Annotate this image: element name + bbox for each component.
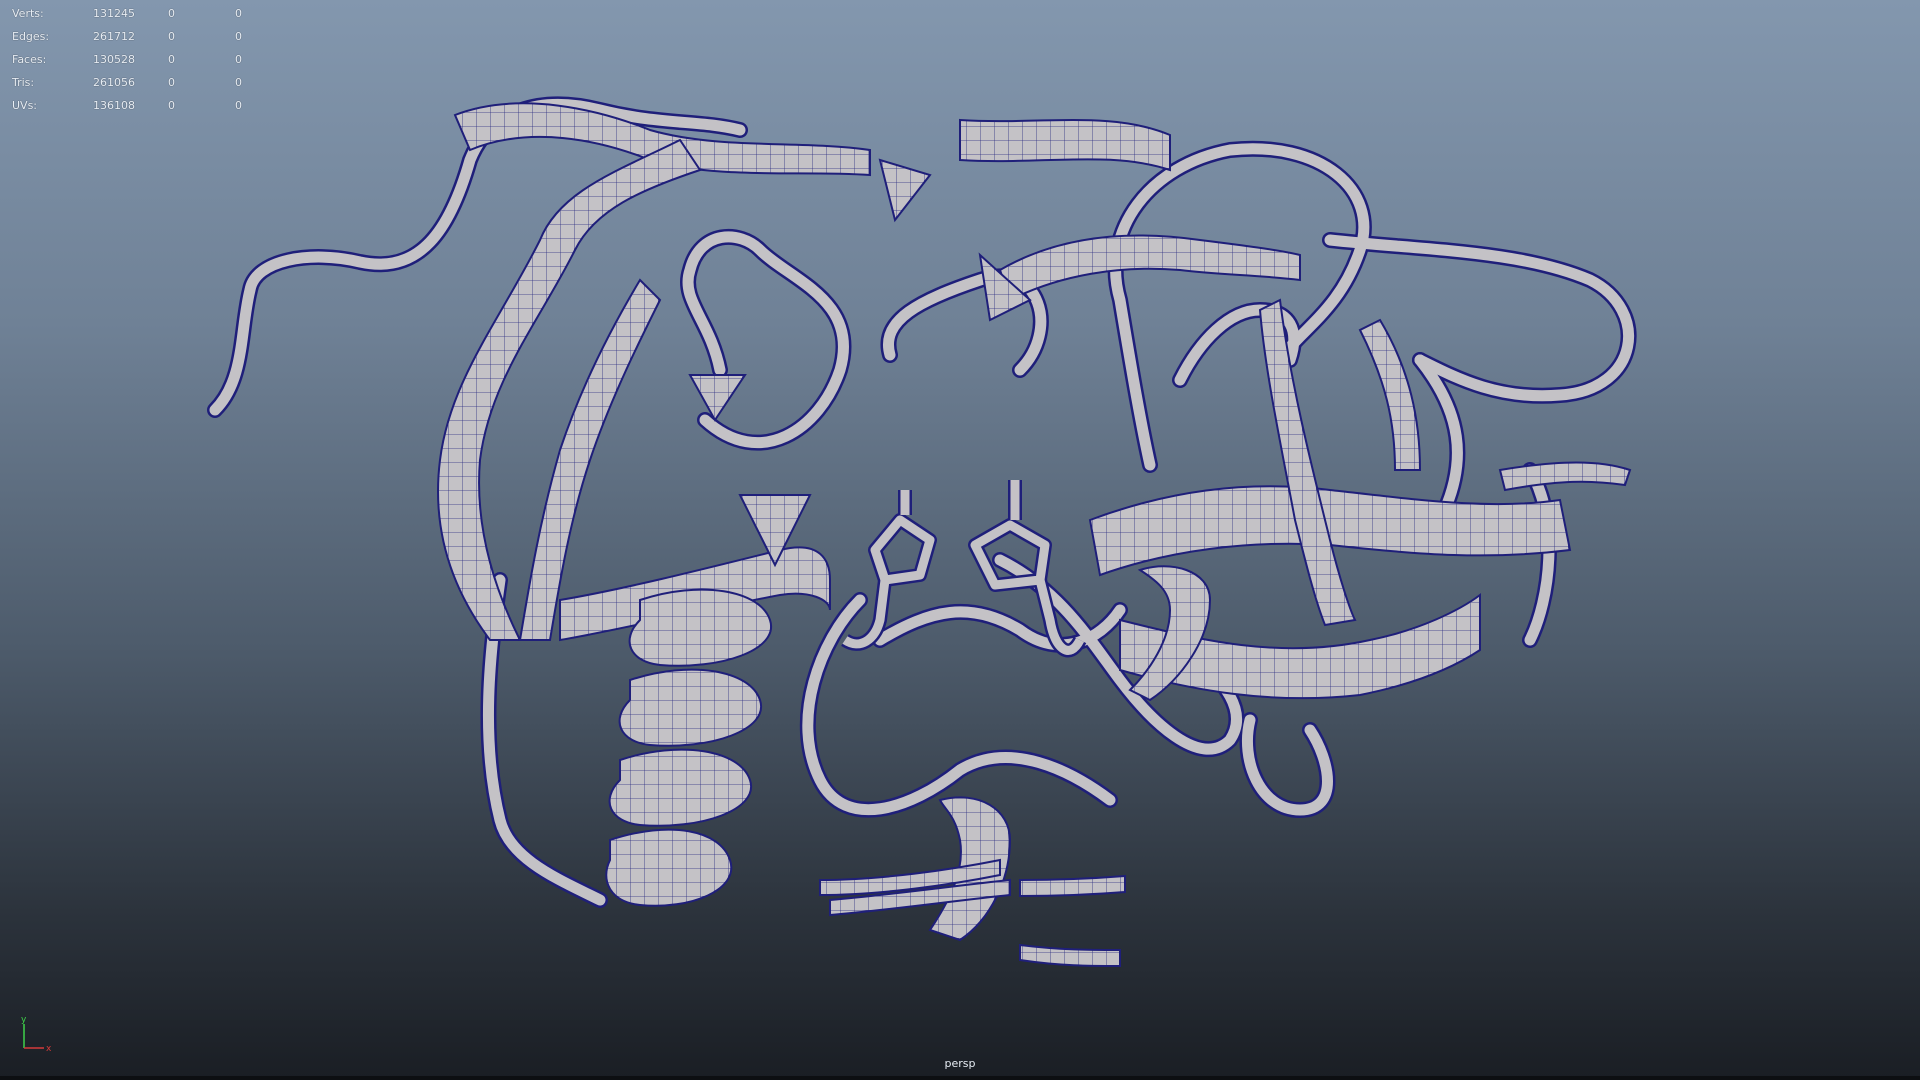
cone-upper-left (688, 374, 747, 422)
hud-selected: 0 (168, 99, 175, 112)
hud-component: 0 (235, 53, 242, 66)
ribbon-top-right (959, 118, 1171, 172)
hud-total: 131245 (93, 7, 135, 20)
hud-row-faces: Faces: 130528 0 0 (12, 48, 265, 71)
hud-component: 0 (235, 30, 242, 43)
hud-component: 0 (235, 99, 242, 112)
helix-left-1 (628, 588, 773, 667)
y-axis-label: y (21, 1015, 27, 1025)
hud-label: Verts: (12, 7, 44, 20)
hud-row-edges: Edges: 261712 0 0 (12, 25, 265, 48)
side-chain-rings (841, 480, 1087, 658)
arrow-cones (688, 158, 1032, 568)
x-axis-label: x (46, 1044, 52, 1054)
helix-left-3 (608, 748, 753, 827)
hud-total: 261056 (93, 76, 135, 89)
hud-label: Faces: (12, 53, 47, 66)
cone-top-mid (878, 158, 932, 223)
ribbon-right-upper (998, 234, 1301, 302)
hud-total: 136108 (93, 99, 135, 112)
ribbon-far-right (1358, 318, 1422, 471)
poly-count-hud: Verts: 131245 0 0 Edges: 261712 0 0 Face… (12, 2, 265, 117)
hud-component: 0 (235, 76, 242, 89)
camera-label: persp (944, 1057, 976, 1070)
helix-left-2 (618, 668, 763, 747)
hud-selected: 0 (168, 7, 175, 20)
hud-label: Edges: (12, 30, 50, 43)
hud-total: 261712 (93, 30, 135, 43)
hud-selected: 0 (168, 30, 175, 43)
maya-viewport[interactable]: Verts: 131245 0 0 Edges: 261712 0 0 Face… (0, 0, 1920, 1080)
hud-row-uvs: UVs: 136108 0 0 (12, 94, 265, 117)
hud-row-tris: Tris: 261056 0 0 (12, 71, 265, 94)
viewport-bottom-border (0, 1076, 1920, 1080)
hud-row-verts: Verts: 131245 0 0 (12, 2, 265, 25)
helix-left-4 (605, 828, 733, 907)
ribbon-right-tail (1498, 461, 1632, 492)
hud-total: 130528 (93, 53, 135, 66)
protein-ribbon-model[interactable] (0, 0, 1920, 1080)
hud-component: 0 (235, 7, 242, 20)
hud-label: Tris: (12, 76, 35, 89)
hud-selected: 0 (168, 76, 175, 89)
axis-gizmo-icon: y x (21, 1015, 52, 1054)
ribbon-left-vertical-outer (437, 138, 702, 641)
hud-selected: 0 (168, 53, 175, 66)
hud-label: UVs: (12, 99, 38, 112)
ribbon-right-vertical (1258, 298, 1357, 627)
